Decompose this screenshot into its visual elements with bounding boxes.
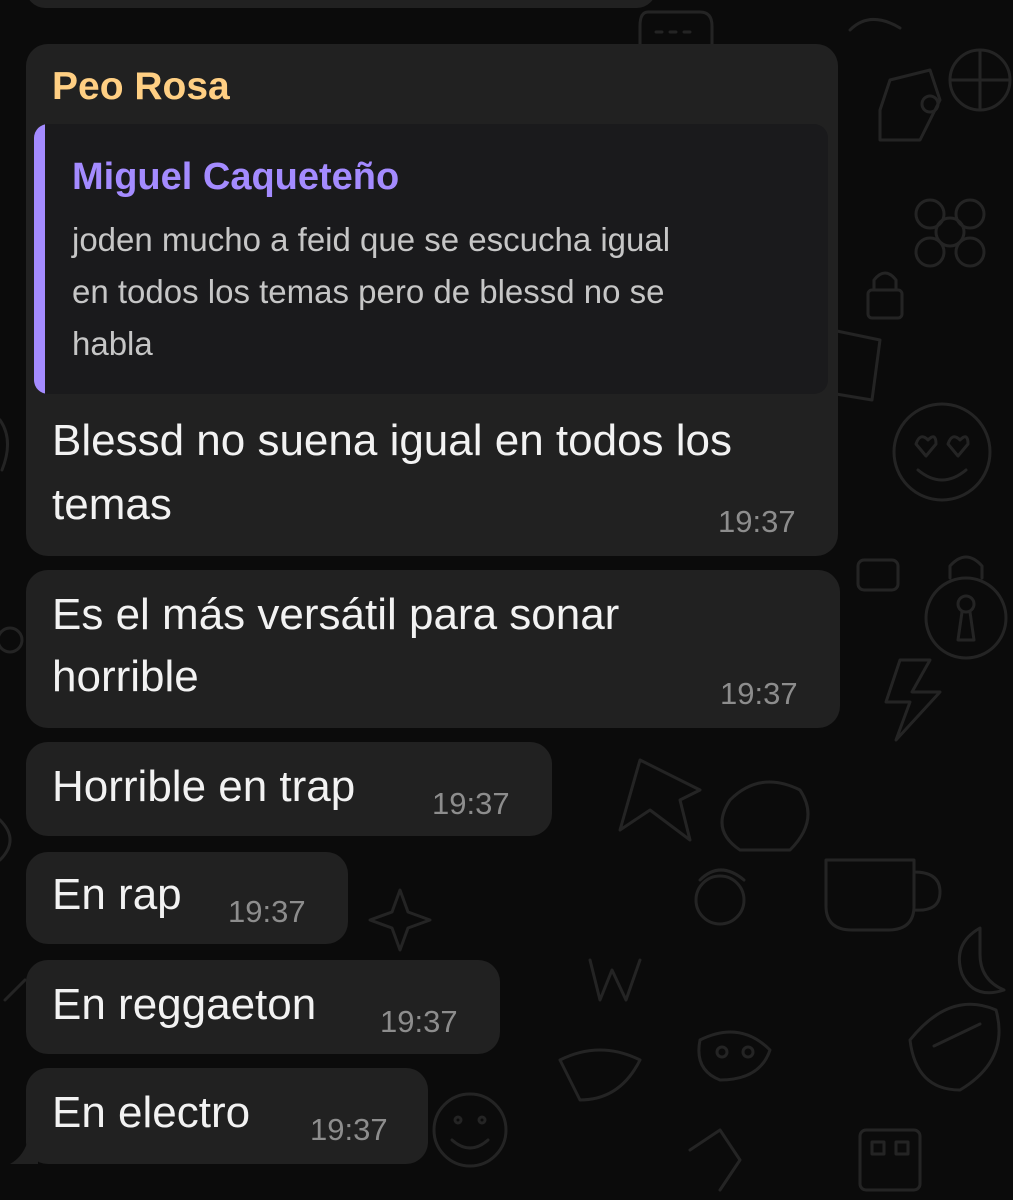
message-line: En reggaeton <box>52 980 317 1029</box>
message-time: 19:37 <box>310 1112 388 1147</box>
bolt-icon <box>884 658 942 742</box>
heart-face-icon <box>892 402 992 502</box>
star-icon <box>368 888 432 952</box>
message-line: En electro <box>52 1088 251 1137</box>
flower-icon <box>914 198 986 268</box>
bubble-tail <box>10 1128 38 1164</box>
lock-icon <box>866 271 904 320</box>
message-line: Es el más versátil para sonar <box>52 590 620 639</box>
message-line: Horrible en trap <box>52 762 356 811</box>
moon-icon <box>957 926 1006 995</box>
previous-message-bubble[interactable] <box>26 0 656 8</box>
message-line: En rap <box>52 870 182 919</box>
reply-accent-bar <box>34 124 45 394</box>
message-line: horrible <box>52 652 199 701</box>
message-time: 19:37 <box>380 1004 458 1039</box>
reply-line: en todos los temas pero de blessd no se <box>72 273 665 310</box>
pin-icon <box>618 758 702 842</box>
message-time: 19:37 <box>720 676 798 711</box>
cup-icon <box>824 858 942 932</box>
lock-icon <box>924 555 1008 660</box>
message-line: Blessd no suena igual en todos los <box>52 416 733 465</box>
reply-line: joden mucho a feid que se escucha igual <box>72 221 671 258</box>
sender-name[interactable]: Peo Rosa <box>52 64 230 110</box>
reply-author: Miguel Caqueteño <box>72 156 400 198</box>
message-time: 19:37 <box>432 786 510 821</box>
message-time: 19:37 <box>228 894 306 929</box>
message-line: temas <box>52 480 172 529</box>
reply-quote[interactable]: Miguel Caqueteño joden mucho a feid que … <box>34 124 828 394</box>
football-icon <box>908 1002 1001 1092</box>
smiley-icon <box>432 1092 508 1168</box>
reply-line: habla <box>72 325 153 362</box>
message-time: 19:37 <box>718 504 796 539</box>
